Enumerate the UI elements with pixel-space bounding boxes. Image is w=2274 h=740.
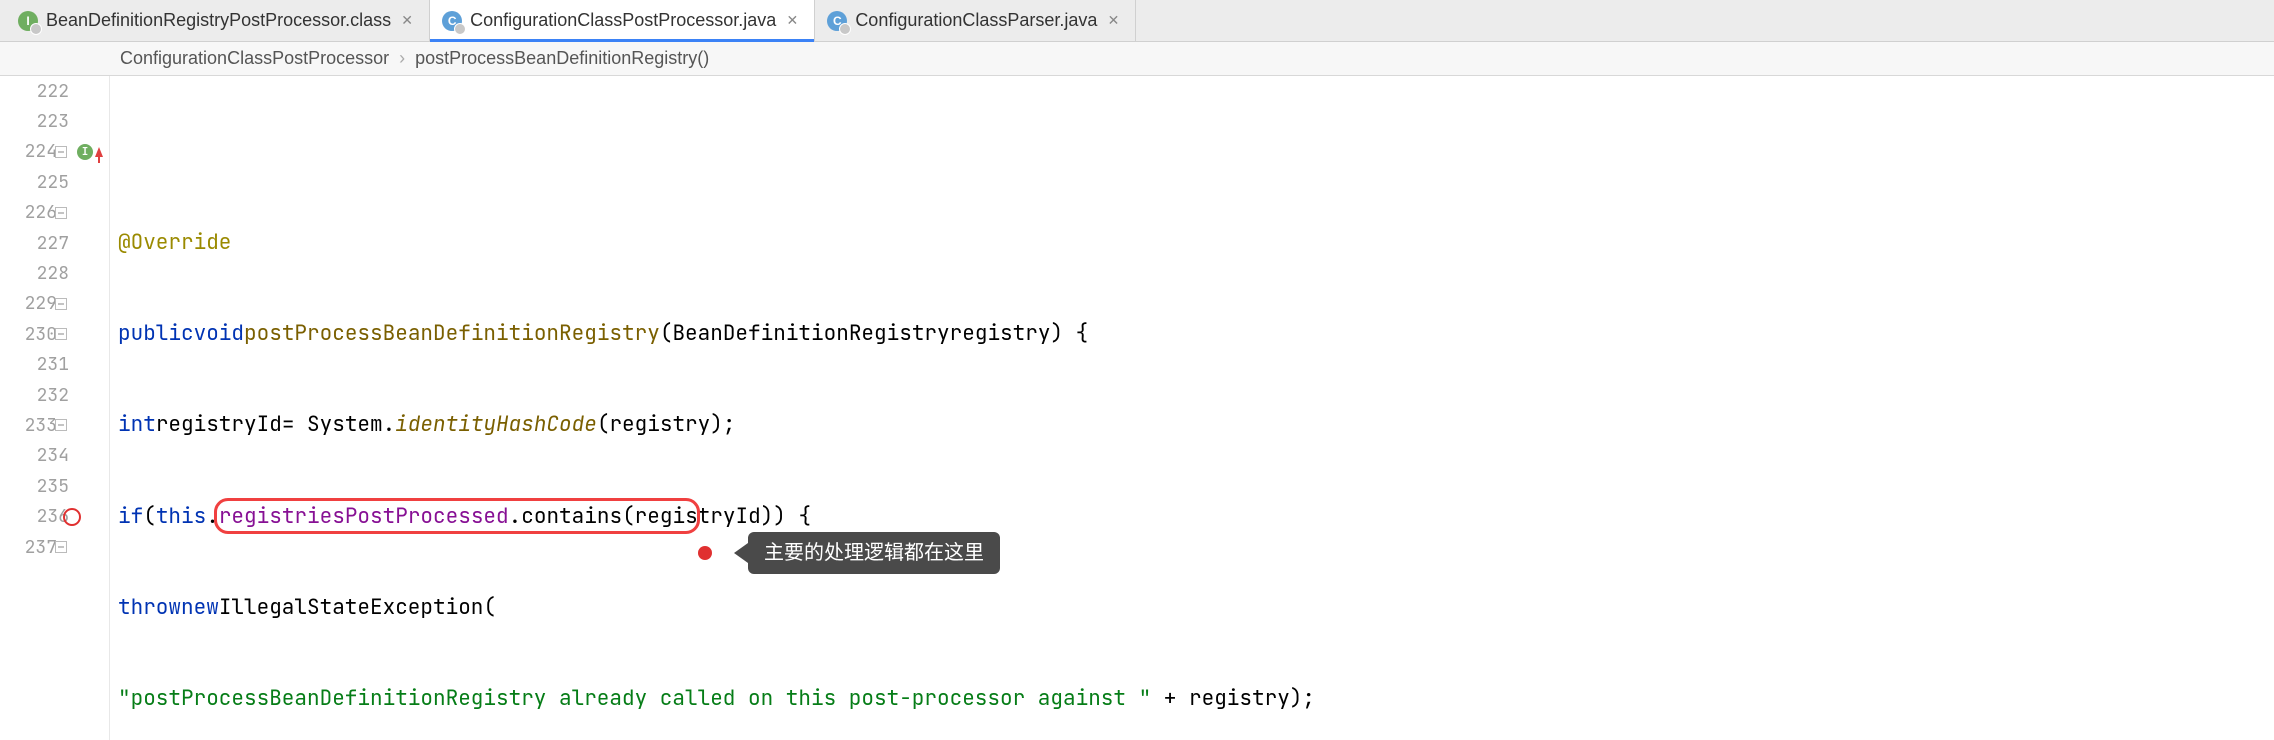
- fold-icon[interactable]: [55, 419, 67, 431]
- gutter-line[interactable]: 234: [0, 441, 109, 471]
- gutter-line[interactable]: 230: [0, 319, 109, 349]
- gutter[interactable]: 222223224I225226227228229230231232233234…: [0, 76, 110, 740]
- crumb-class[interactable]: ConfigurationClassPostProcessor: [120, 48, 389, 69]
- gutter-line[interactable]: 223: [0, 106, 109, 136]
- close-icon[interactable]: ✕: [1105, 13, 1121, 29]
- tab-label: ConfigurationClassPostProcessor.java: [470, 10, 776, 31]
- crumb-method[interactable]: postProcessBeanDefinitionRegistry(): [415, 48, 709, 69]
- tab-file-0[interactable]: I BeanDefinitionRegistryPostProcessor.cl…: [6, 0, 430, 41]
- fold-icon[interactable]: [55, 298, 67, 310]
- override-icon[interactable]: I: [77, 144, 105, 160]
- tab-file-1[interactable]: C ConfigurationClassPostProcessor.java ✕: [430, 0, 815, 41]
- editor-window: I BeanDefinitionRegistryPostProcessor.cl…: [0, 0, 2274, 740]
- breakpoint-icon[interactable]: [63, 508, 81, 526]
- annotation-dot-icon: [698, 546, 712, 560]
- code-area[interactable]: @Override public void postProcessBeanDef…: [110, 76, 2274, 740]
- gutter-line[interactable]: 236: [0, 501, 109, 531]
- code-line: public void postProcessBeanDefinitionReg…: [110, 319, 2274, 349]
- gutter-line[interactable]: 228: [0, 258, 109, 288]
- gutter-line[interactable]: 232: [0, 380, 109, 410]
- gutter-line[interactable]: 235: [0, 471, 109, 501]
- java-class-icon: C: [827, 11, 847, 31]
- gutter-line[interactable]: 225: [0, 167, 109, 197]
- gutter-line[interactable]: 233: [0, 410, 109, 440]
- code-line: "postProcessBeanDefinitionRegistry alrea…: [110, 684, 2274, 714]
- fold-icon[interactable]: [55, 207, 67, 219]
- interface-icon: I: [18, 11, 38, 31]
- code-line: throw new IllegalStateException(: [110, 593, 2274, 623]
- annotation-text: 主要的处理逻辑都在这里: [748, 532, 1000, 574]
- tab-file-2[interactable]: C ConfigurationClassParser.java ✕: [815, 0, 1136, 41]
- gutter-line[interactable]: 231: [0, 350, 109, 380]
- close-icon[interactable]: ✕: [784, 13, 800, 29]
- annotation-callout: 主要的处理逻辑都在这里: [698, 532, 1000, 574]
- gutter-line[interactable]: 237: [0, 532, 109, 562]
- close-icon[interactable]: ✕: [399, 13, 415, 29]
- chevron-right-icon: ›: [399, 48, 405, 69]
- gutter-line[interactable]: 222: [0, 76, 109, 106]
- code-line: if (this.registriesPostProcessed.contain…: [110, 502, 2274, 532]
- tab-label: ConfigurationClassParser.java: [855, 10, 1097, 31]
- java-class-icon: C: [442, 11, 462, 31]
- fold-icon[interactable]: [55, 146, 67, 158]
- editor-body: 222223224I225226227228229230231232233234…: [0, 76, 2274, 740]
- gutter-line[interactable]: 227: [0, 228, 109, 258]
- tab-label: BeanDefinitionRegistryPostProcessor.clas…: [46, 10, 391, 31]
- code-line: int registryId = System.identityHashCode…: [110, 410, 2274, 440]
- gutter-line[interactable]: 226: [0, 198, 109, 228]
- fold-icon[interactable]: [55, 541, 67, 553]
- code-line: [110, 137, 2274, 167]
- annotation-arrow-icon: [734, 543, 748, 563]
- fold-icon[interactable]: [55, 328, 67, 340]
- gutter-line[interactable]: 224I: [0, 137, 109, 167]
- breadcrumb: ConfigurationClassPostProcessor › postPr…: [0, 42, 2274, 76]
- code-line: @Override: [110, 228, 2274, 258]
- tabs-bar: I BeanDefinitionRegistryPostProcessor.cl…: [0, 0, 2274, 42]
- gutter-line[interactable]: 229: [0, 289, 109, 319]
